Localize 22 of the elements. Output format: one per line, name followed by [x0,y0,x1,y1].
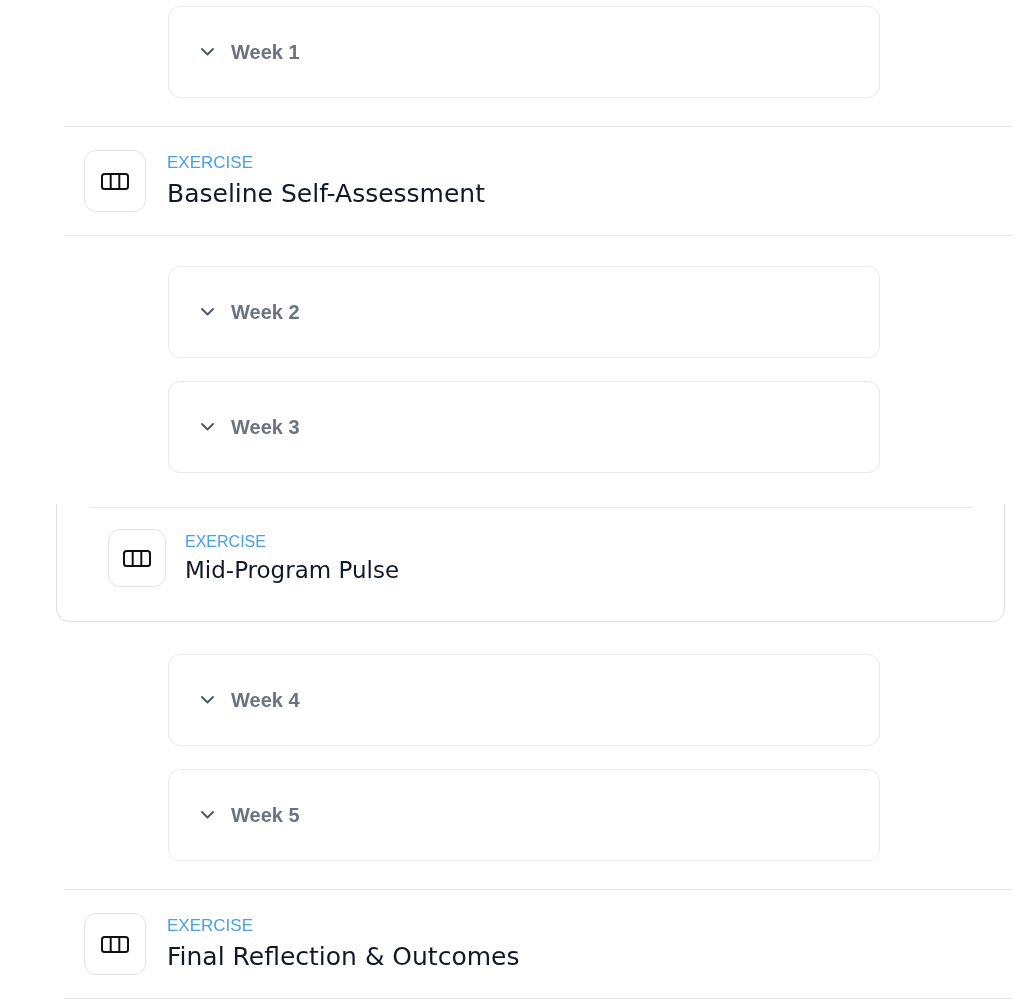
exercise-label: EXERCISE [185,531,267,552]
week-accordion-button[interactable]: Week 3 [168,381,880,473]
exercise-title: Final Reflection & Outcomes [167,940,520,973]
exercise-card[interactable]: EXERCISE Mid-Program Pulse [56,504,1005,622]
exercise-label: EXERCISE [167,151,254,174]
exercise-title: Baseline Self-Assessment [167,177,485,210]
chevron-down-icon [201,423,214,431]
columns-icon [108,529,166,587]
exercise-row[interactable]: EXERCISE Final Reflection & Outcomes [64,889,1012,999]
week-accordion-button[interactable]: Week 2 [168,266,880,358]
week-accordion-button[interactable]: Week 1 [168,6,880,98]
chevron-down-icon [201,308,214,316]
chevron-down-icon [201,696,214,704]
week-accordion-button[interactable]: Week 5 [168,769,880,861]
week-accordion-button[interactable]: Week 4 [168,654,880,746]
columns-icon [84,913,146,975]
exercise-label: EXERCISE [167,914,254,937]
columns-icon [84,150,146,212]
chevron-down-icon [201,811,214,819]
chevron-down-icon [201,48,214,56]
exercise-row[interactable]: EXERCISE Baseline Self-Assessment [64,126,1012,236]
exercise-title: Mid-Program Pulse [185,555,400,585]
